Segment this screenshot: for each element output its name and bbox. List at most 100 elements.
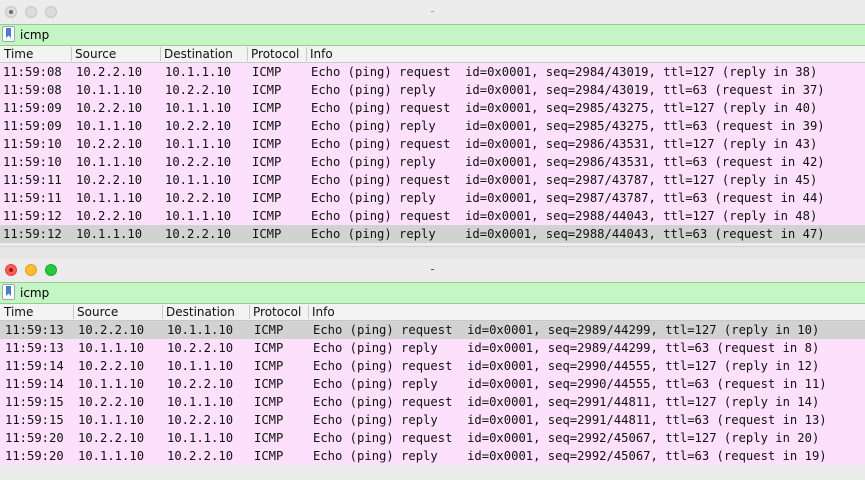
packet-row[interactable]: 11:59:11 10.2.2.10 10.1.1.10 ICMP Echo (ping…: [0, 171, 865, 189]
cell-destination: 10.1.1.10: [165, 173, 232, 187]
cell-source: 10.1.1.10: [76, 227, 143, 241]
cell-protocol: ICMP: [252, 65, 282, 79]
cell-destination: 10.1.1.10: [167, 395, 234, 409]
cell-source: 10.2.2.10: [78, 359, 145, 373]
cell-destination: 10.1.1.10: [165, 209, 232, 223]
cell-destination: 10.2.2.10: [167, 377, 234, 391]
cell-time: 11:59:20: [5, 431, 64, 445]
cell-time: 11:59:08: [3, 83, 62, 97]
cell-info: Echo (ping) request id=0x0001, seq=2985/…: [311, 101, 818, 115]
cell-destination: 10.1.1.10: [165, 101, 232, 115]
cell-info: Echo (ping) request id=0x0001, seq=2992/…: [313, 431, 820, 445]
cell-source: 10.1.1.10: [78, 377, 145, 391]
packet-row[interactable]: 11:59:08 10.1.1.10 10.2.2.10 ICMP Echo (ping…: [0, 81, 865, 99]
packet-row[interactable]: 11:59:14 10.1.1.10 10.2.2.10 ICMP Echo (ping…: [0, 375, 865, 393]
cell-source: 10.1.1.10: [78, 341, 145, 355]
column-divider[interactable]: [249, 305, 250, 319]
column-source[interactable]: Source: [77, 305, 118, 319]
packet-row[interactable]: 11:59:10 10.2.2.10 10.1.1.10 ICMP Echo (ping…: [0, 135, 865, 153]
cell-protocol: ICMP: [254, 377, 284, 391]
cell-destination: 10.2.2.10: [167, 449, 234, 463]
cell-source: 10.2.2.10: [76, 209, 143, 223]
column-destination[interactable]: Destination: [166, 305, 235, 319]
cell-time: 11:59:15: [5, 413, 64, 427]
filter-bookmark-icon[interactable]: [2, 26, 15, 42]
packet-row[interactable]: 11:59:13 10.1.1.10 10.2.2.10 ICMP Echo (ping…: [0, 339, 865, 357]
column-time[interactable]: Time: [4, 47, 33, 61]
display-filter-bar: [0, 24, 865, 46]
packet-row[interactable]: 11:59:09 10.1.1.10 10.2.2.10 ICMP Echo (ping…: [0, 117, 865, 135]
cell-info: Echo (ping) reply id=0x0001, seq=2989/44…: [313, 341, 820, 355]
column-protocol[interactable]: Protocol: [253, 305, 301, 319]
cell-info: Echo (ping) request id=0x0001, seq=2989/…: [313, 323, 820, 337]
packet-row[interactable]: 11:59:12 10.2.2.10 10.1.1.10 ICMP Echo (ping…: [0, 207, 865, 225]
column-divider[interactable]: [247, 47, 248, 61]
cell-info: Echo (ping) reply id=0x0001, seq=2992/45…: [313, 449, 827, 463]
packet-row[interactable]: 11:59:14 10.2.2.10 10.1.1.10 ICMP Echo (ping…: [0, 357, 865, 375]
column-protocol[interactable]: Protocol: [251, 47, 299, 61]
title-bar: -: [0, 258, 865, 282]
column-time[interactable]: Time: [4, 305, 33, 319]
cell-source: 10.2.2.10: [76, 65, 143, 79]
cell-info: Echo (ping) request id=0x0001, seq=2986/…: [311, 137, 818, 151]
cell-time: 11:59:20: [5, 449, 64, 463]
cell-protocol: ICMP: [252, 119, 282, 133]
capture-window-2: - Time Source Destination Protocol Info …: [0, 258, 865, 480]
display-filter-input[interactable]: [18, 25, 865, 45]
window-title: -: [430, 262, 435, 276]
packet-row[interactable]: 11:59:09 10.2.2.10 10.1.1.10 ICMP Echo (ping…: [0, 99, 865, 117]
cell-destination: 10.1.1.10: [167, 431, 234, 445]
cell-protocol: ICMP: [254, 323, 284, 337]
cell-protocol: ICMP: [252, 173, 282, 187]
window-title: -: [430, 4, 435, 18]
packet-list[interactable]: 11:59:08 10.2.2.10 10.1.1.10 ICMP Echo (ping…: [0, 63, 865, 243]
column-info[interactable]: Info: [312, 305, 335, 319]
packet-list[interactable]: 11:59:13 10.2.2.10 10.1.1.10 ICMP Echo (ping…: [0, 321, 865, 465]
column-divider[interactable]: [162, 305, 163, 319]
cell-info: Echo (ping) request id=0x0001, seq=2987/…: [311, 173, 818, 187]
packet-row[interactable]: 11:59:20 10.2.2.10 10.1.1.10 ICMP Echo (ping…: [0, 429, 865, 447]
cell-info: Echo (ping) reply id=0x0001, seq=2986/43…: [311, 155, 825, 169]
packet-row[interactable]: 11:59:15 10.1.1.10 10.2.2.10 ICMP Echo (ping…: [0, 411, 865, 429]
cell-destination: 10.2.2.10: [167, 341, 234, 355]
cell-source: 10.1.1.10: [78, 449, 145, 463]
packet-row[interactable]: 11:59:08 10.2.2.10 10.1.1.10 ICMP Echo (ping…: [0, 63, 865, 81]
packet-row[interactable]: 11:59:15 10.2.2.10 10.1.1.10 ICMP Echo (ping…: [0, 393, 865, 411]
cell-source: 10.2.2.10: [78, 395, 145, 409]
column-divider[interactable]: [71, 47, 72, 61]
cell-time: 11:59:14: [5, 377, 64, 391]
column-info[interactable]: Info: [310, 47, 333, 61]
cell-protocol: ICMP: [252, 101, 282, 115]
cell-info: Echo (ping) reply id=0x0001, seq=2984/43…: [311, 83, 825, 97]
packet-row[interactable]: 11:59:20 10.1.1.10 10.2.2.10 ICMP Echo (ping…: [0, 447, 865, 465]
cell-source: 10.1.1.10: [76, 83, 143, 97]
display-filter-bar: [0, 282, 865, 304]
column-source[interactable]: Source: [75, 47, 116, 61]
cell-time: 11:59:11: [3, 173, 62, 187]
cell-time: 11:59:13: [5, 323, 64, 337]
packet-row[interactable]: 11:59:12 10.1.1.10 10.2.2.10 ICMP Echo (ping…: [0, 225, 865, 243]
display-filter-input[interactable]: [18, 283, 865, 303]
capture-window-1: - Time Source Destination Protocol Info …: [0, 0, 865, 246]
cell-info: Echo (ping) reply id=0x0001, seq=2987/43…: [311, 191, 825, 205]
cell-info: Echo (ping) request id=0x0001, seq=2988/…: [311, 209, 818, 223]
cell-protocol: ICMP: [254, 431, 284, 445]
cell-destination: 10.1.1.10: [167, 323, 234, 337]
cell-time: 11:59:12: [3, 227, 62, 241]
cell-protocol: ICMP: [254, 359, 284, 373]
cell-destination: 10.2.2.10: [165, 83, 232, 97]
column-divider[interactable]: [73, 305, 74, 319]
cell-time: 11:59:14: [5, 359, 64, 373]
column-divider[interactable]: [160, 47, 161, 61]
packet-row[interactable]: 11:59:13 10.2.2.10 10.1.1.10 ICMP Echo (ping…: [0, 321, 865, 339]
column-destination[interactable]: Destination: [164, 47, 233, 61]
column-divider[interactable]: [306, 47, 307, 61]
cell-protocol: ICMP: [252, 191, 282, 205]
packet-row[interactable]: 11:59:11 10.1.1.10 10.2.2.10 ICMP Echo (ping…: [0, 189, 865, 207]
packet-row[interactable]: 11:59:10 10.1.1.10 10.2.2.10 ICMP Echo (ping…: [0, 153, 865, 171]
cell-destination: 10.1.1.10: [165, 137, 232, 151]
cell-info: Echo (ping) reply id=0x0001, seq=2985/43…: [311, 119, 825, 133]
column-divider[interactable]: [308, 305, 309, 319]
cell-destination: 10.2.2.10: [165, 155, 232, 169]
filter-bookmark-icon[interactable]: [2, 284, 15, 300]
